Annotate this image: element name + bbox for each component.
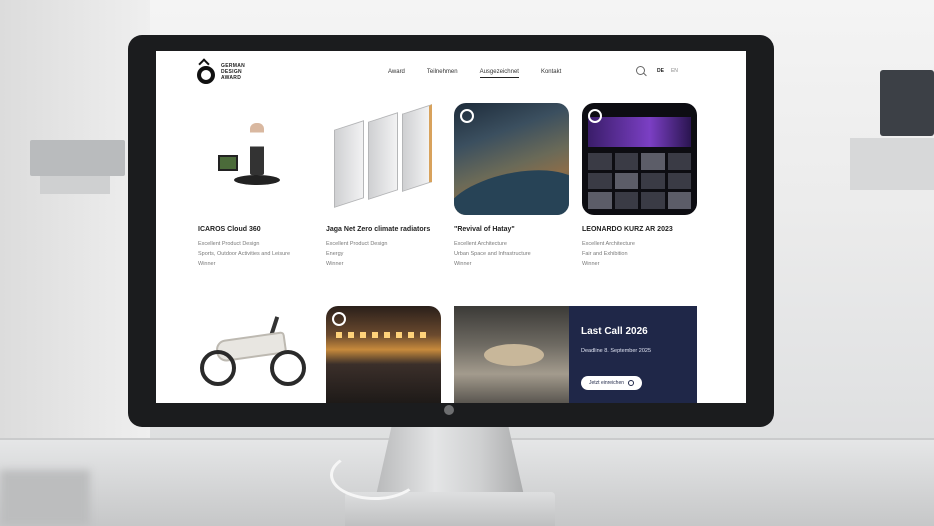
card-image xyxy=(326,103,441,215)
website-screen: GERMAN DESIGN AWARD Award Teilnehmen Aus… xyxy=(156,51,746,403)
brand-wordmark: GERMAN DESIGN AWARD xyxy=(221,63,245,81)
card-status: Winner xyxy=(326,261,344,267)
winner-card[interactable]: ICAROS Cloud 360 Excellent Product Desig… xyxy=(198,103,313,269)
apple-logo-icon xyxy=(444,405,454,415)
card-title: ICAROS Cloud 360 xyxy=(198,226,261,233)
background-object xyxy=(40,176,110,194)
card-subcategory: Energy xyxy=(326,251,344,257)
promo-text: Last Call 2026 Deadline 8. September 202… xyxy=(569,306,697,403)
card-category: Excellent Product Design xyxy=(198,241,260,247)
nav-item-teilnehmen[interactable]: Teilnehmen xyxy=(427,69,458,78)
card-status: Winner xyxy=(454,261,472,267)
card-title: Jaga Net Zero climate radiators xyxy=(326,226,431,233)
winner-card[interactable]: "Revival of Hatay" Excellent Architectur… xyxy=(454,103,569,269)
winner-card-ebike[interactable] xyxy=(198,306,313,403)
award-logo-icon xyxy=(196,58,216,84)
nav-item-award[interactable]: Award xyxy=(388,69,405,78)
card-subcategory: Urban Space and Infrastructure xyxy=(454,251,531,257)
card-image xyxy=(582,103,697,215)
promo-deadline: Deadline 8. September 2025 xyxy=(581,348,652,354)
submit-button[interactable]: Jetzt einreichen xyxy=(581,376,643,390)
card-meta: Excellent Architecture Fair and Exhibiti… xyxy=(582,239,697,269)
site-header: GERMAN DESIGN AWARD Award Teilnehmen Aus… xyxy=(156,51,746,97)
brand-line: AWARD xyxy=(221,75,242,81)
card-meta: Excellent Architecture Urban Space and I… xyxy=(454,239,569,269)
nav-item-ausgezeichnet[interactable]: Ausgezeichnet xyxy=(479,69,519,78)
promo-banner[interactable]: Last Call 2026 Deadline 8. September 202… xyxy=(454,306,697,403)
language-en[interactable]: EN xyxy=(671,68,678,74)
card-meta: Excellent Product Design Energy Winner xyxy=(326,239,441,269)
card-category: Excellent Product Design xyxy=(326,241,388,247)
cable xyxy=(330,450,420,500)
card-status: Winner xyxy=(582,261,600,267)
search-icon[interactable] xyxy=(636,66,645,75)
card-image xyxy=(454,103,569,215)
card-category: Excellent Architecture xyxy=(454,241,507,247)
background-monitor xyxy=(880,70,934,136)
arrow-icon xyxy=(628,380,635,386)
main-nav: Award Teilnehmen Ausgezeichnet Kontakt xyxy=(388,69,561,78)
nav-item-kontakt[interactable]: Kontakt xyxy=(541,69,561,78)
card-title: "Revival of Hatay" xyxy=(454,226,515,233)
brand-logo[interactable]: GERMAN DESIGN AWARD xyxy=(196,58,245,84)
promo-image xyxy=(454,306,569,403)
winner-card[interactable]: LEONARDO KURZ AR 2023 Excellent Architec… xyxy=(582,103,697,269)
card-category: Excellent Architecture xyxy=(582,241,635,247)
promo-headline: Last Call 2026 xyxy=(581,326,648,337)
card-subcategory: Sports, Outdoor Activities and Leisure xyxy=(198,251,291,257)
card-image xyxy=(198,103,313,215)
language-de[interactable]: DE xyxy=(657,68,664,74)
language-switch: DE EN xyxy=(657,68,678,74)
card-subcategory: Fair and Exhibition xyxy=(582,251,628,257)
award-badge-icon xyxy=(332,312,346,326)
header-tools: DE EN xyxy=(636,66,678,75)
background-object xyxy=(30,140,125,176)
winner-card[interactable]: Jaga Net Zero climate radiators Excellen… xyxy=(326,103,441,269)
award-badge-icon xyxy=(588,109,602,123)
winner-card-store[interactable] xyxy=(326,306,441,403)
card-status: Winner xyxy=(198,261,216,267)
background-object xyxy=(0,470,90,526)
award-badge-icon xyxy=(460,109,474,123)
card-meta: Excellent Product Design Sports, Outdoor… xyxy=(198,239,313,269)
card-title: LEONARDO KURZ AR 2023 xyxy=(582,226,673,233)
background-object xyxy=(850,138,934,190)
submit-button-label: Jetzt einreichen xyxy=(589,380,625,386)
